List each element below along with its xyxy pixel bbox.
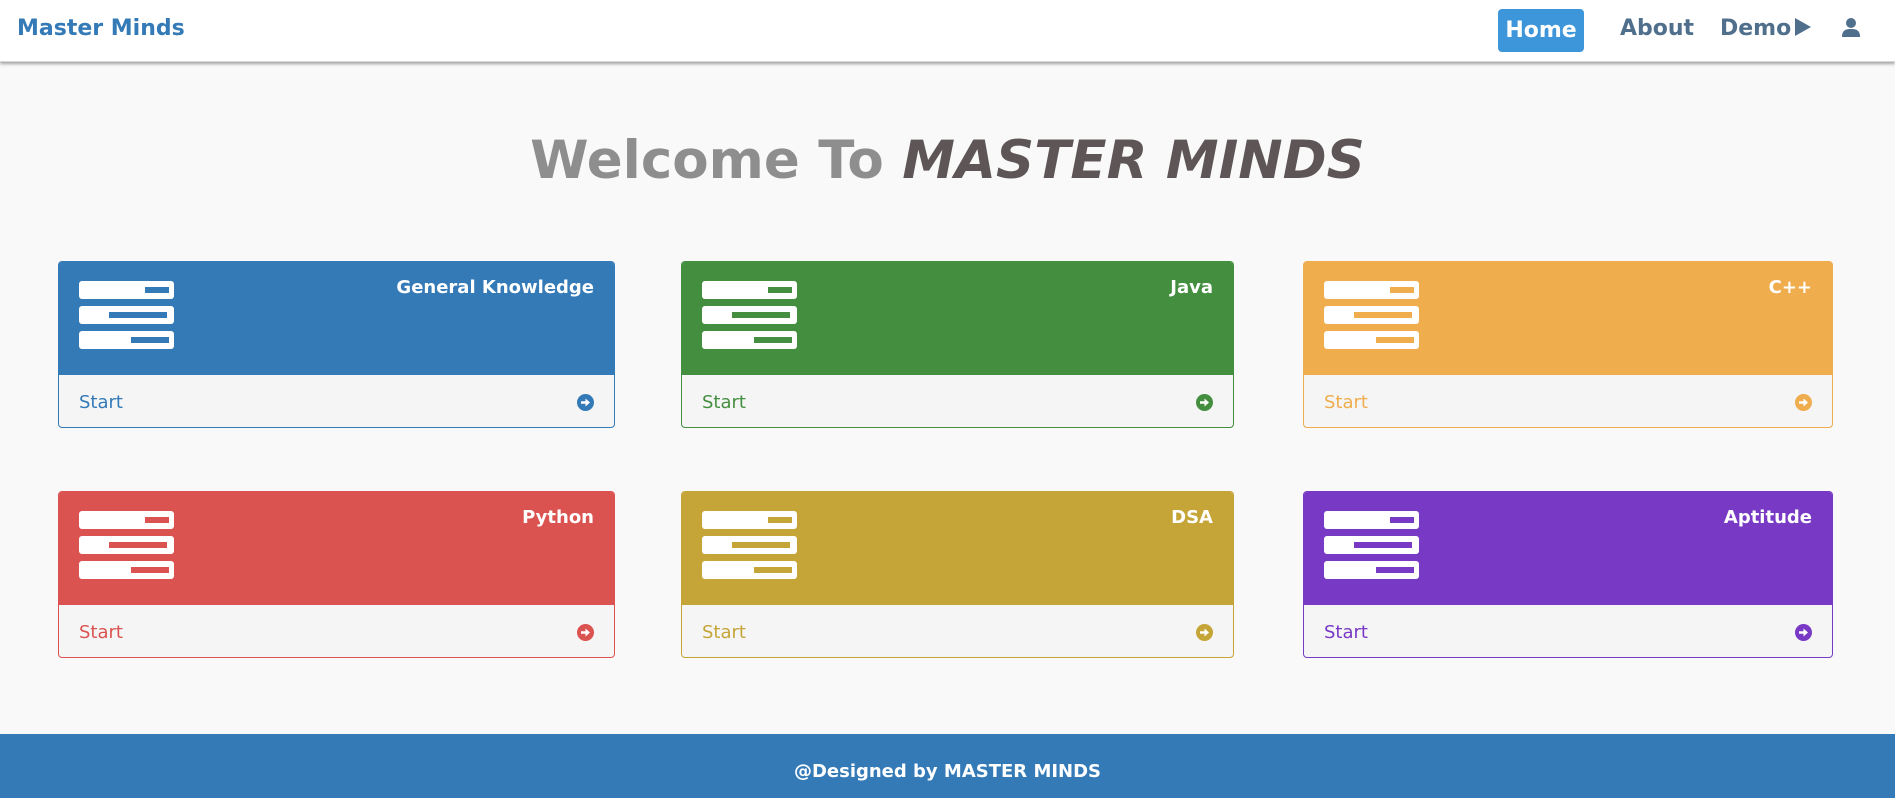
card-header: DSA	[682, 492, 1233, 605]
card-header: General Knowledge	[59, 262, 614, 375]
brand-link[interactable]: Master Minds	[17, 16, 185, 41]
user-icon[interactable]	[1840, 17, 1862, 39]
welcome-emphasis: MASTER MINDS	[902, 130, 1365, 191]
list-icon	[1324, 281, 1419, 349]
welcome-prefix: Welcome To	[530, 130, 884, 191]
nav-demo[interactable]: Demo	[1720, 16, 1812, 41]
circle-arrow-right-icon	[1795, 393, 1812, 411]
card-start-link[interactable]: Start	[1304, 375, 1832, 427]
card-title: Python	[522, 507, 594, 528]
footer: @Designed by MASTER MINDS	[0, 734, 1895, 798]
circle-arrow-right-icon	[577, 393, 594, 411]
list-icon	[79, 511, 174, 579]
list-icon	[702, 281, 797, 349]
circle-arrow-right-icon	[1196, 393, 1213, 411]
card-title: Aptitude	[1723, 507, 1812, 528]
card-header: Python	[59, 492, 614, 605]
welcome-heading: Welcome To MASTER MINDS	[0, 130, 1895, 191]
card-start-label: Start	[1324, 391, 1368, 413]
circle-arrow-right-icon	[1196, 623, 1213, 641]
quiz-card-0: General Knowledge Start	[58, 261, 615, 428]
card-start-label: Start	[1324, 621, 1368, 643]
card-start-label: Start	[79, 621, 123, 643]
list-icon	[79, 281, 174, 349]
card-title: General Knowledge	[396, 277, 594, 298]
quiz-card-1: Java Start	[681, 261, 1234, 428]
card-start-link[interactable]: Start	[682, 375, 1233, 427]
quiz-card-5: Aptitude Start	[1303, 491, 1833, 658]
circle-arrow-right-icon	[577, 623, 594, 641]
nav-about[interactable]: About	[1620, 16, 1694, 41]
list-icon	[1324, 511, 1419, 579]
card-start-label: Start	[702, 621, 746, 643]
card-header: C++	[1304, 262, 1832, 375]
card-start-link[interactable]: Start	[59, 605, 614, 657]
card-header: Java	[682, 262, 1233, 375]
nav-home[interactable]: Home	[1498, 9, 1584, 52]
circle-arrow-right-icon	[1795, 623, 1812, 641]
quiz-card-2: C++ Start	[1303, 261, 1833, 428]
card-header: Aptitude	[1304, 492, 1832, 605]
navbar: Master Minds Home About Demo	[0, 0, 1895, 62]
quiz-card-4: DSA Start	[681, 491, 1234, 658]
play-triangle-icon	[1795, 18, 1812, 36]
list-icon	[702, 511, 797, 579]
card-start-label: Start	[702, 391, 746, 413]
card-title: C++	[1768, 277, 1812, 298]
card-start-label: Start	[79, 391, 123, 413]
card-title: Java	[1170, 277, 1213, 298]
footer-text: @Designed by MASTER MINDS	[793, 761, 1102, 782]
nav-demo-label: Demo	[1720, 16, 1792, 41]
card-title: DSA	[1171, 507, 1213, 528]
card-start-link[interactable]: Start	[59, 375, 614, 427]
card-start-link[interactable]: Start	[1304, 605, 1832, 657]
quiz-card-3: Python Start	[58, 491, 615, 658]
card-start-link[interactable]: Start	[682, 605, 1233, 657]
